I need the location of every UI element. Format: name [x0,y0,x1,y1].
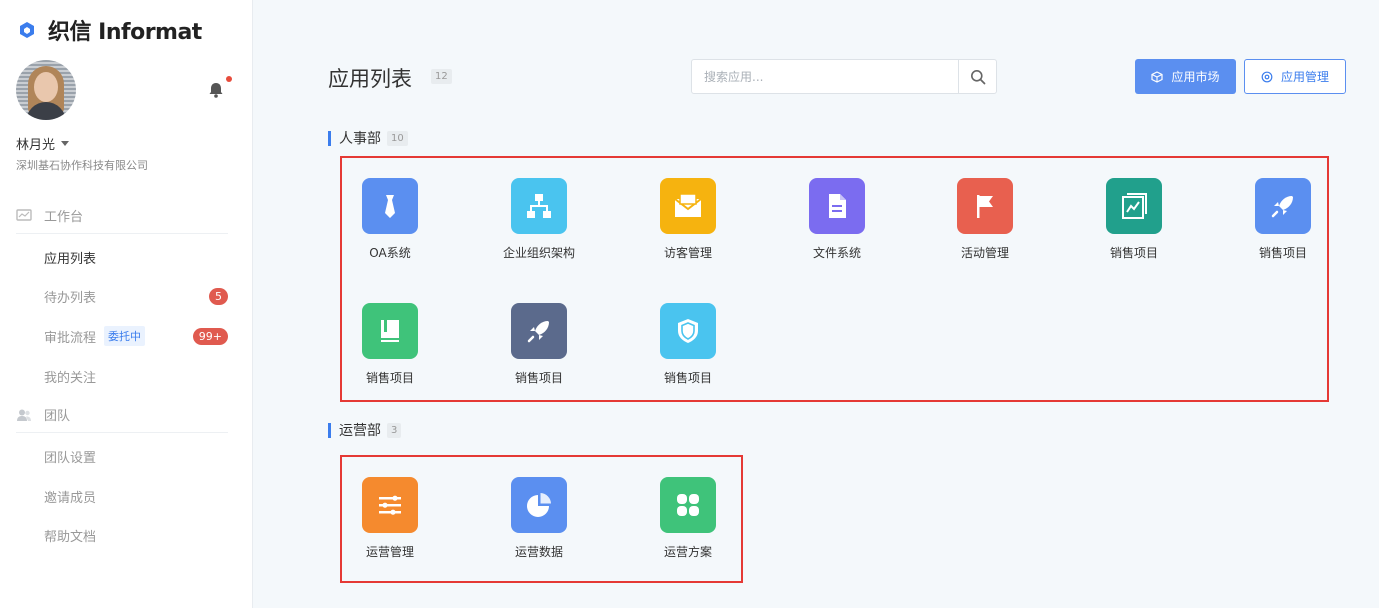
user-menu[interactable]: 林月光 [16,134,70,153]
team-icon [17,409,31,421]
app-count-badge: 12 [431,69,452,84]
cube-icon [1151,70,1164,83]
app-tile[interactable]: OA系统 [340,178,440,261]
grid-icon [660,477,716,533]
section-count-badge: 3 [387,422,402,438]
rocket-icon [511,303,567,359]
search-box [691,59,997,94]
sidebar-item-todo[interactable]: 待办列表 5 [44,278,228,314]
section-header-hr: 人事部 10 [328,128,408,148]
app-tile[interactable]: 运营管理 [340,477,440,560]
app-label: 文件系统 [812,246,861,260]
settings-ring-icon [1261,71,1273,82]
app-tile[interactable]: 销售项目 [1084,178,1184,261]
logo-hexagon-icon [20,22,34,38]
nav-group-label: 团队 [44,409,71,424]
app-label: 运营数据 [514,545,563,559]
pie-chart-icon [511,477,567,533]
app-tile[interactable]: 运营数据 [489,477,589,560]
notification-dot [226,76,232,82]
chart-book-icon [1106,178,1162,234]
app-tile[interactable]: 运营方案 [638,477,738,560]
sidebar-item-app-list[interactable]: 应用列表 [44,239,228,275]
brand-logo[interactable]: 织信 Informat [18,14,202,46]
app-label: 销售项目 [514,371,563,385]
app-label: 企业组织架构 [502,246,575,260]
app-label: 运营方案 [663,545,712,559]
avatar[interactable] [16,60,76,120]
envelope-icon [660,178,716,234]
section-name: 运营部 [339,423,381,439]
document-icon [809,178,865,234]
app-tile[interactable]: 文件系统 [787,178,887,261]
nav-group-label: 工作台 [44,210,84,225]
rocket-icon [1255,178,1311,234]
search-input[interactable] [692,60,958,93]
book-icon [362,303,418,359]
app-tile[interactable]: 活动管理 [935,178,1035,261]
app-label: 运营管理 [365,545,414,559]
nav-group-team[interactable]: 团队 [16,397,228,433]
todo-count-badge: 5 [209,287,228,305]
app-tile[interactable]: 访客管理 [638,178,738,261]
search-icon [970,69,985,84]
app-label: OA系统 [369,246,411,260]
shield-icon [660,303,716,359]
app-tile[interactable]: 企业组织架构 [489,178,589,261]
app-tile[interactable]: 销售项目 [638,303,738,386]
flag-icon [957,178,1013,234]
notification-bell-icon[interactable] [206,80,226,100]
app-market-button[interactable]: 应用市场 [1135,59,1236,94]
nav-group-workbench[interactable]: 工作台 [16,198,228,234]
company-name: 深圳基石协作科技有限公司 [16,159,148,172]
approval-count-badge: 99+ [192,327,228,345]
user-name: 林月光 [16,138,56,153]
sidebar-item-help[interactable]: 帮助文档 [44,517,228,553]
app-manage-button[interactable]: 应用管理 [1244,59,1346,94]
app-label: 销售项目 [1258,246,1307,260]
sidebar-item-team-settings[interactable]: 团队设置 [44,438,228,474]
app-label: 活动管理 [960,246,1009,260]
sliders-icon [362,477,418,533]
sidebar-item-approval[interactable]: 审批流程 委托中 99+ [44,318,228,354]
section-count-badge: 10 [387,130,408,146]
sidebar: 织信 Informat 林月光 深圳基石协作科技有限公司 工作台 应用列表 待办… [0,0,253,608]
section-name: 人事部 [339,131,381,147]
app-label: 访客管理 [663,246,712,260]
caret-down-icon [61,141,70,146]
brand-name: 织信 Informat [48,20,202,45]
tie-icon [362,178,418,234]
section-header-operations: 运营部 3 [328,420,402,440]
monitor-icon [16,208,32,221]
app-tile[interactable]: 销售项目 [340,303,440,386]
sidebar-item-invite[interactable]: 邀请成员 [44,478,228,514]
delegating-tag: 委托中 [104,326,146,346]
org-chart-icon [511,178,567,234]
app-tile[interactable]: 销售项目 [1233,178,1333,261]
app-tile[interactable]: 销售项目 [489,303,589,386]
sidebar-item-following[interactable]: 我的关注 [44,358,228,394]
app-label: 销售项目 [365,371,414,385]
app-label: 销售项目 [663,371,712,385]
app-label: 销售项目 [1109,246,1158,260]
search-button[interactable] [958,60,996,93]
page-title: 应用列表 [328,67,412,91]
